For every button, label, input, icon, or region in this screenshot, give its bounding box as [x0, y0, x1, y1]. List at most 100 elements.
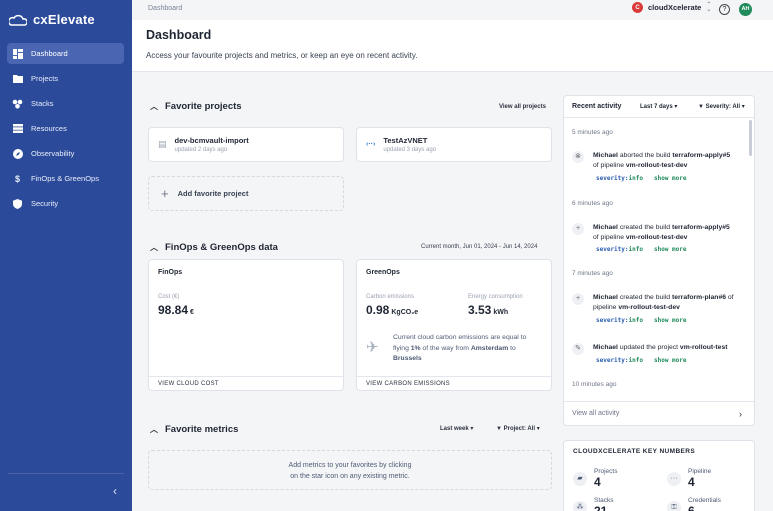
key-number-pipeline[interactable]: ··· Pipeline 4 — [667, 468, 711, 489]
carbon-value: 0.98 KgCO₂e — [366, 303, 419, 317]
plus-icon: + — [572, 223, 584, 235]
topbar: Dashboard C cloudXcelerate ⌃ ⌄ ? AH — [132, 0, 773, 20]
severity-tag: severity:info — [596, 357, 643, 364]
severity-tag: severity:info — [596, 246, 643, 253]
key-numbers-title: CLOUDXCELERATE KEY NUMBERS — [573, 448, 696, 455]
finops-header[interactable]: ︿ FinOps & GreenOps data — [150, 242, 278, 253]
sidebar-item-dashboard[interactable]: Dashboard — [7, 43, 124, 64]
chevron-down-icon: ▾ — [674, 104, 678, 110]
filter-icon: ▼ — [496, 426, 502, 432]
energy-label: Energy consumption — [468, 294, 523, 300]
finops-card: FinOps Cost (€) 98.84 € VIEW CLOUD COST — [148, 259, 344, 391]
page-header: Dashboard Access your favourite projects… — [132, 20, 773, 72]
cloud-logo-icon — [9, 14, 27, 26]
dollar-icon: $ — [14, 173, 20, 184]
favorite-metrics-header[interactable]: ︿ Favorite metrics — [150, 424, 238, 435]
plus-icon: + — [161, 186, 169, 201]
sidebar-item-stacks[interactable]: Stacks — [7, 93, 124, 114]
project-updated: updated 2 days ago — [174, 147, 228, 153]
chevron-down-icon: ▾ — [741, 104, 745, 110]
app-logo[interactable]: cxElevate — [0, 0, 132, 30]
sidebar-divider — [8, 473, 124, 474]
chevron-left-icon[interactable]: ‹ — [109, 485, 121, 497]
view-cloud-cost-link[interactable]: VIEW CLOUD COST — [149, 376, 343, 390]
key-number-credentials[interactable]: ⚿ Credentials 6 — [667, 497, 721, 511]
sidebar-item-label: Dashboard — [31, 49, 68, 58]
sidebar-item-label: Observability — [31, 149, 75, 158]
view-all-activity-link[interactable]: View all activity › — [564, 401, 754, 425]
section-title: FinOps & GreenOps data — [165, 242, 278, 253]
key-number-stacks[interactable]: ⁂ Stacks 21 — [573, 497, 614, 511]
project-name: dev-bcmvault-import — [174, 136, 249, 145]
carbon-label: Carbon emissions — [366, 294, 415, 300]
abort-icon: ⊗ — [572, 151, 584, 163]
page-title: Dashboard — [146, 28, 212, 42]
view-all-projects-link[interactable]: View all projects — [499, 104, 546, 110]
chevron-up-icon: ︿ — [150, 243, 158, 252]
show-more-link[interactable]: show more — [654, 175, 687, 182]
metrics-project-filter[interactable]: ▼ Project: All ▾ — [496, 425, 540, 432]
sidebar-item-projects[interactable]: Projects — [7, 68, 124, 89]
help-icon[interactable]: ? — [719, 4, 730, 15]
activity-time: 7 minutes ago — [572, 270, 613, 277]
sidebar-item-label: Projects — [31, 74, 59, 83]
sidebar-item-resources[interactable]: Resources — [7, 118, 124, 139]
folder-icon — [12, 73, 23, 84]
chevron-up-icon: ︿ — [150, 102, 158, 111]
section-title: Favorite metrics — [165, 424, 239, 435]
avatar[interactable]: AH — [739, 3, 752, 16]
energy-value: 3.53 kWh — [468, 303, 509, 317]
severity-tag: severity:info — [596, 175, 643, 182]
project-card[interactable]: ▤ dev-bcmvault-import updated 2 days ago — [148, 127, 344, 162]
pencil-icon: ✎ — [572, 343, 584, 355]
show-more-link[interactable]: show more — [654, 317, 687, 324]
plane-icon: ✈ — [366, 339, 379, 356]
shield-icon — [12, 198, 23, 209]
activity-range-filter[interactable]: Last 7 days ▾ — [640, 103, 677, 110]
sidebar-item-label: Stacks — [31, 99, 54, 108]
sidebar-item-security[interactable]: Security — [7, 193, 124, 214]
breadcrumb[interactable]: Dashboard — [148, 5, 182, 12]
add-favorite-project-button[interactable]: + Add favorite project — [148, 176, 344, 211]
finops-date-range: Current month, Jun 01, 2024 - Jun 14, 20… — [421, 244, 538, 250]
key-number-projects[interactable]: ▰ Projects 4 — [573, 468, 617, 489]
show-more-link[interactable]: show more — [654, 357, 687, 364]
org-name: cloudXcelerate — [648, 3, 702, 12]
card-title: GreenOps — [366, 269, 400, 276]
project-updated: updated 3 days ago — [383, 147, 437, 153]
chevron-right-icon: › — [739, 409, 742, 419]
activity-severity-filter[interactable]: ▼ Severity: All ▾ — [698, 103, 745, 110]
stacks-icon — [12, 98, 23, 109]
show-more-link[interactable]: show more — [654, 246, 687, 253]
stacks-icon: ⁂ — [573, 501, 587, 511]
key-icon: ⚿ — [667, 501, 681, 511]
org-badge: C — [632, 2, 643, 13]
cost-value: 98.84 € — [158, 303, 194, 317]
carbon-equivalence-note: Current cloud carbon emissions are equal… — [393, 334, 527, 362]
chevron-down-icon: ▾ — [470, 426, 474, 432]
chevron-updown-icon: ⌃ ⌄ — [706, 1, 712, 13]
project-card[interactable]: ‹··› TestAzVNET updated 3 days ago — [356, 127, 552, 162]
sidebar: cxElevate Dashboard Projects Stacks Reso… — [0, 0, 132, 511]
plus-icon: + — [572, 293, 584, 305]
sidebar-item-observability[interactable]: Observability — [7, 143, 124, 164]
greenops-card: GreenOps Carbon emissions 0.98 KgCO₂e Ene… — [356, 259, 552, 391]
folder-icon: ▰ — [573, 472, 587, 486]
recent-activity-panel: Recent activity Last 7 days ▾ ▼ Severity… — [563, 95, 755, 426]
filter-icon: ▼ — [698, 104, 704, 110]
favorite-projects-header[interactable]: ︿ Favorite projects — [150, 101, 242, 112]
sidebar-item-finops[interactable]: $ FinOps & GreenOps — [7, 168, 124, 189]
project-name: TestAzVNET — [383, 136, 428, 145]
org-switcher[interactable]: C cloudXcelerate ⌃ ⌄ — [632, 2, 711, 13]
server-icon — [12, 123, 23, 134]
pipeline-icon: ··· — [667, 472, 681, 486]
sidebar-nav: Dashboard Projects Stacks Resources Obse… — [0, 43, 132, 214]
activity-time: 6 minutes ago — [572, 200, 613, 207]
sidebar-item-label: Resources — [31, 124, 67, 133]
section-title: Favorite projects — [165, 101, 242, 112]
view-carbon-emissions-link[interactable]: VIEW CARBON EMISSIONS — [357, 376, 551, 390]
chevron-up-icon: ︿ — [150, 425, 158, 434]
app-name: cxElevate — [33, 12, 95, 27]
activity-scrollbar[interactable] — [749, 120, 752, 156]
metrics-range-filter[interactable]: Last week ▾ — [440, 425, 473, 432]
